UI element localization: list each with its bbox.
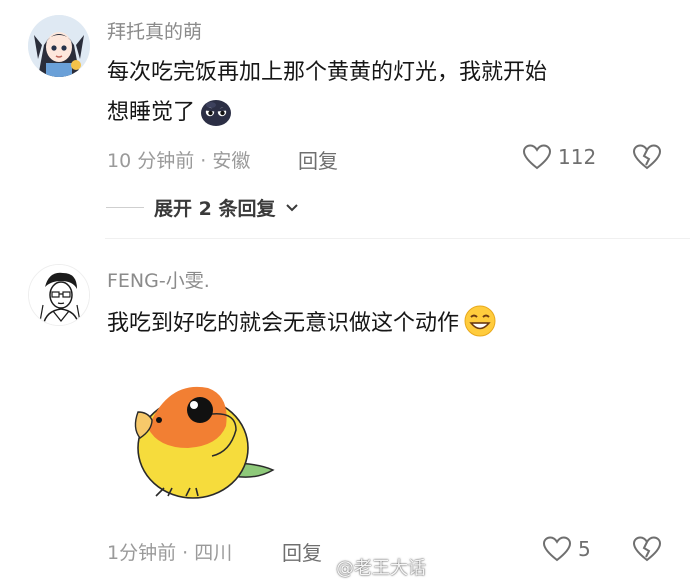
comment-time-location: 1分钟前 · 四川 <box>107 542 233 564</box>
comment-time-location: 10 分钟前 · 安徽 <box>107 150 251 172</box>
grin-emoji <box>463 304 497 352</box>
expand-replies-button[interactable]: 展开 2 条回复 <box>106 194 299 221</box>
comment-1: 拜托真的萌 每次吃完饭再加上那个黄黄的灯光，我就开始想睡觉了 10 分钟前 · … <box>0 0 690 240</box>
comment-text: 我吃到好吃的就会无意识做这个动作 <box>107 304 587 352</box>
username[interactable]: FENG-小雯. <box>107 266 210 293</box>
heart-outline-icon <box>522 144 552 170</box>
chevron-down-icon <box>286 203 299 211</box>
dislike-button[interactable] <box>632 143 662 175</box>
like-count: 112 <box>558 145 597 169</box>
like-button[interactable]: 5 <box>542 535 591 563</box>
comment-text: 每次吃完饭再加上那个黄黄的灯光，我就开始想睡觉了 <box>107 53 557 141</box>
expand-replies-label: 展开 2 条回复 <box>154 198 276 220</box>
avatar[interactable] <box>28 264 90 326</box>
username[interactable]: 拜托真的萌 <box>107 17 202 44</box>
expand-divider-line <box>106 207 144 208</box>
dislike-button[interactable] <box>632 535 662 567</box>
comment-2: FENG-小雯. 我吃到好吃的就会无意识做这个动作 1分钟前 · 四川 回复 5 <box>0 240 690 580</box>
broken-heart-outline-icon <box>632 144 662 170</box>
broken-heart-outline-icon <box>632 536 662 562</box>
avatar[interactable] <box>28 15 90 77</box>
sleepy-blob-emoji <box>199 95 233 141</box>
comment-text-content: 每次吃完饭再加上那个黄黄的灯光，我就开始想睡觉了 <box>107 60 548 125</box>
heart-outline-icon <box>542 536 572 562</box>
parrot-sticker-image[interactable] <box>128 368 278 508</box>
sketch-man-avatar-image <box>29 265 89 325</box>
comment-text-content: 我吃到好吃的就会无意识做这个动作 <box>107 311 460 336</box>
like-count: 5 <box>578 537 591 561</box>
weibo-logo-icon <box>312 561 332 582</box>
like-button[interactable]: 112 <box>522 143 596 171</box>
watermark-text: @老王大话 <box>336 558 426 579</box>
reply-button[interactable]: 回复 <box>298 145 338 174</box>
weibo-watermark: @老王大话 <box>312 554 426 582</box>
anime-girl-avatar-image <box>28 15 90 77</box>
comment-divider <box>105 238 690 239</box>
